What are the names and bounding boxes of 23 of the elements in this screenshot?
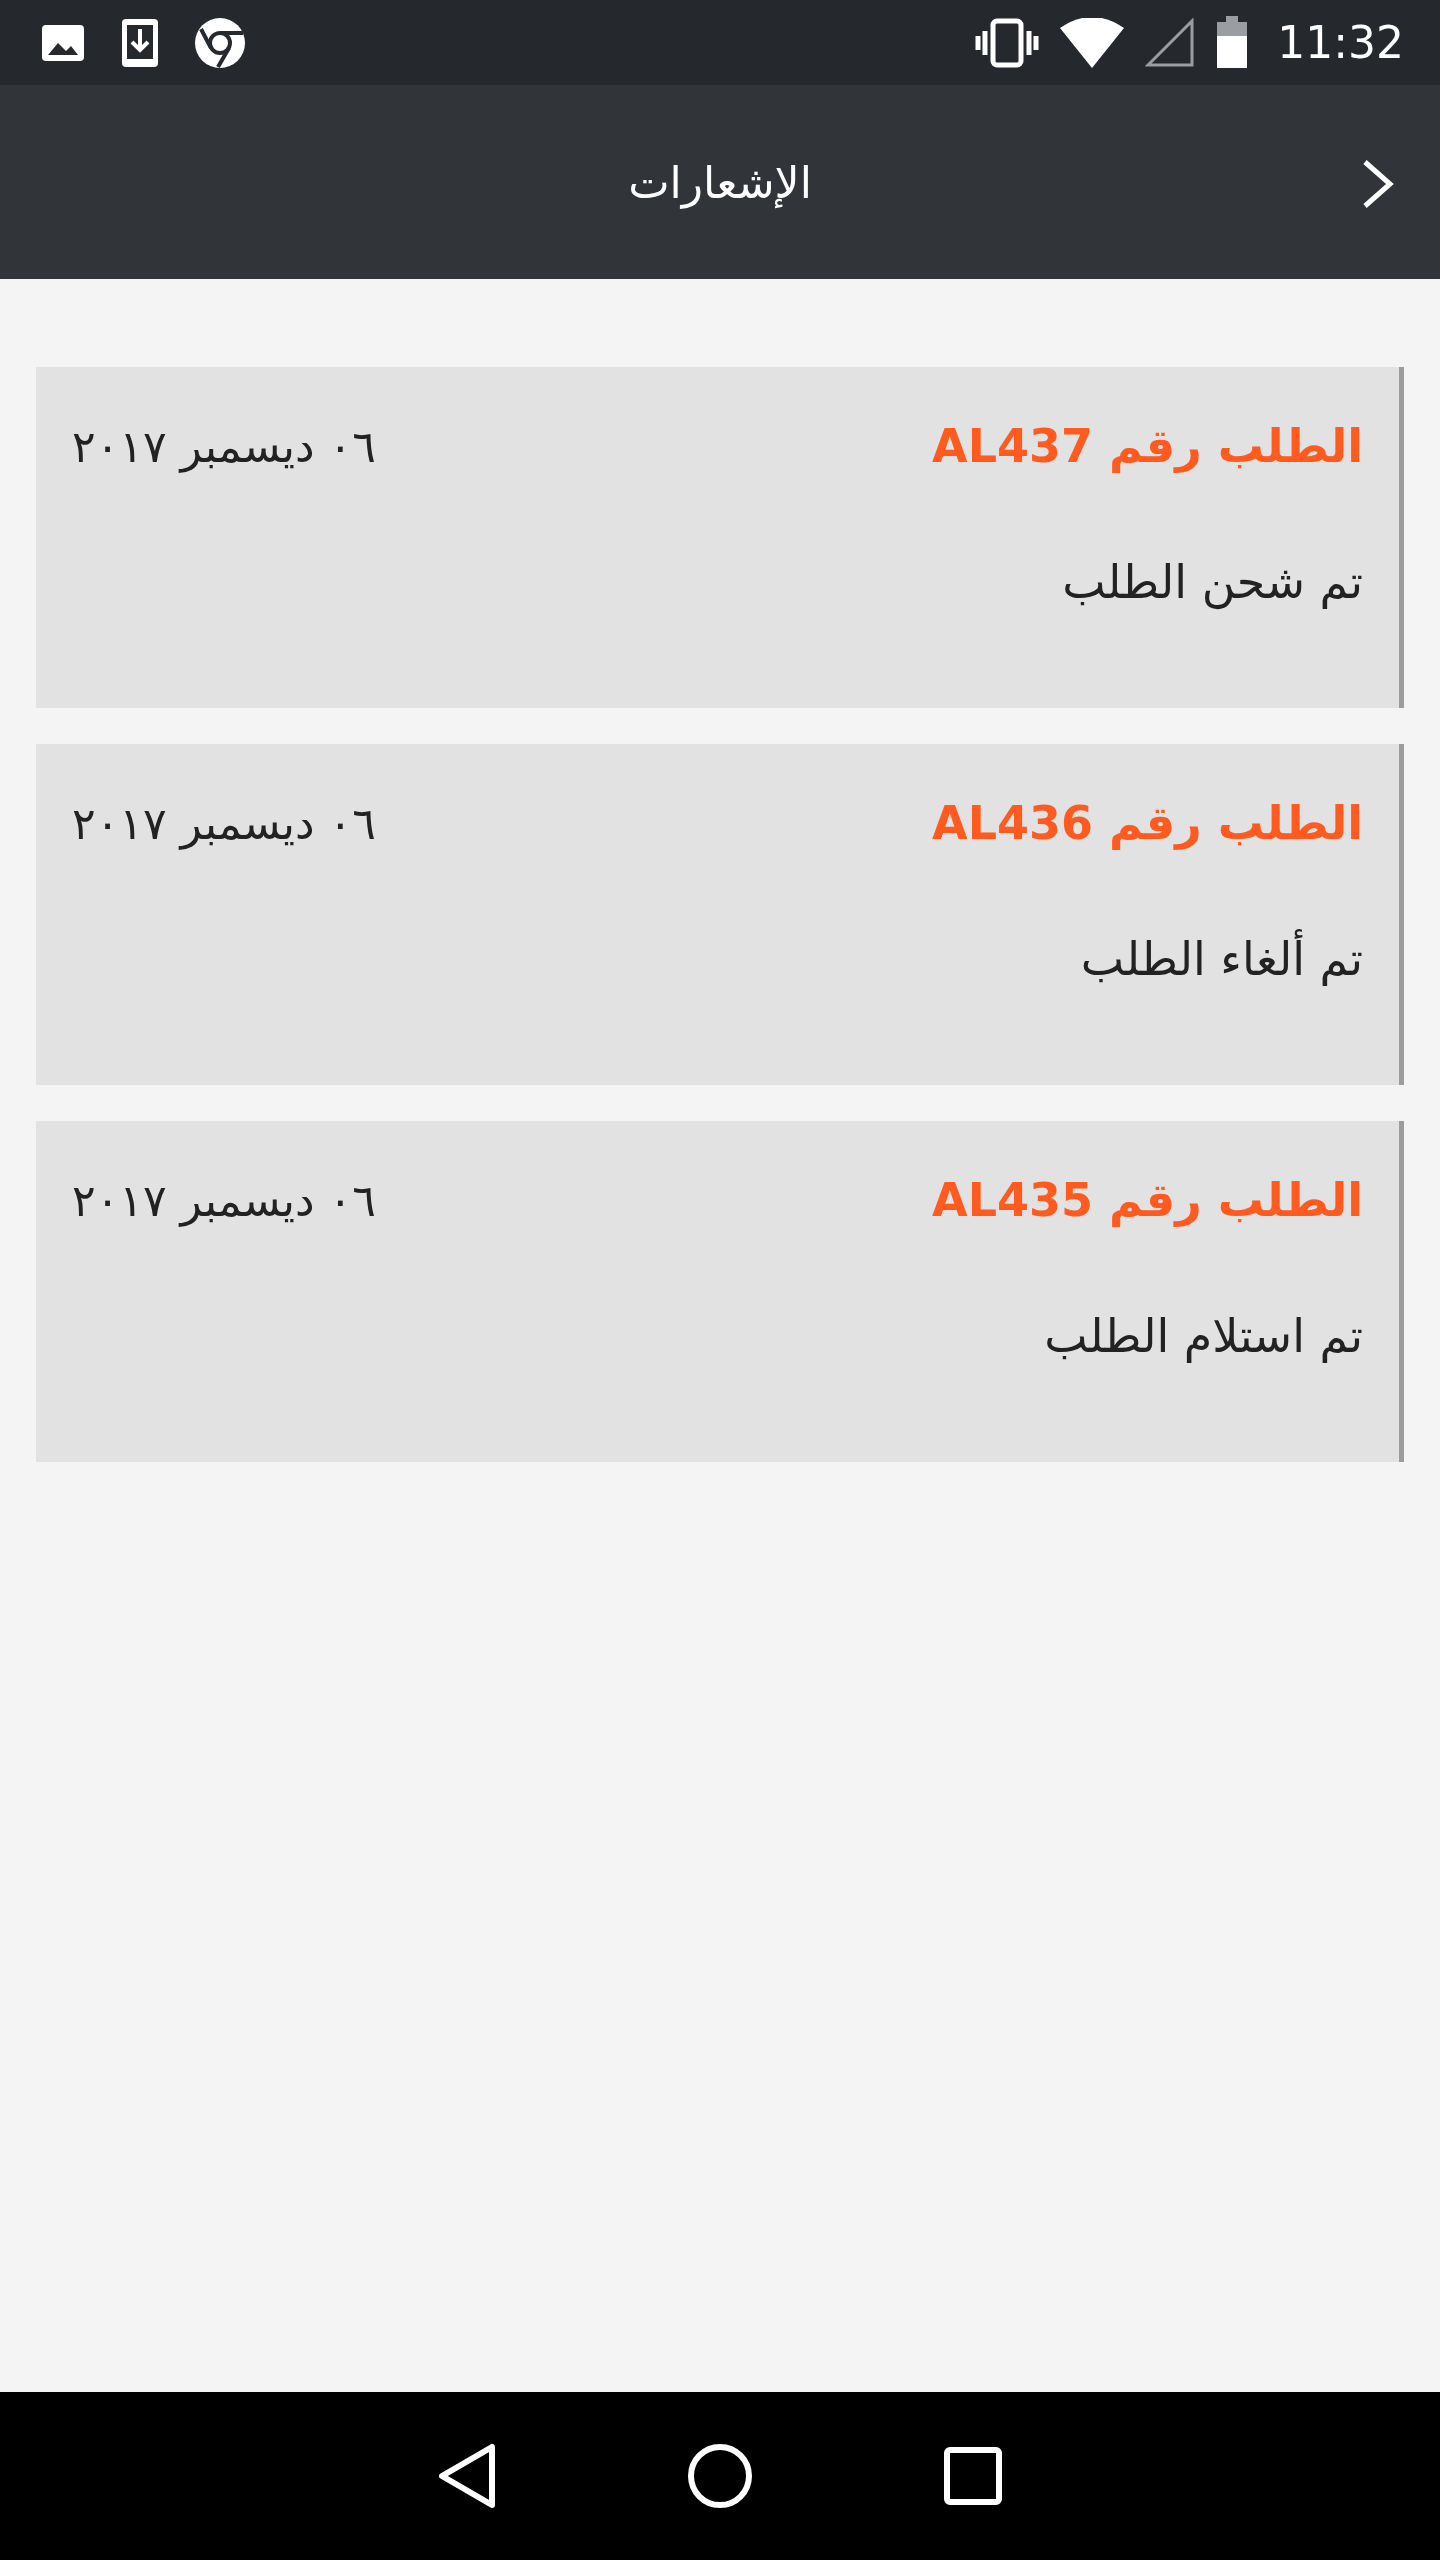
recents-icon[interactable] (943, 2446, 1003, 2506)
image-icon (40, 22, 86, 63)
screen-title: الإشعارات (628, 156, 812, 208)
notification-date: ٠٦ ديسمبر ٢٠١٧ (72, 420, 376, 472)
notification-message: تم شحن الطلب (1062, 555, 1363, 609)
notification-message: تم استلام الطلب (1044, 1309, 1363, 1363)
notification-date: ٠٦ ديسمبر ٢٠١٧ (72, 797, 376, 849)
signal-icon (1145, 17, 1196, 68)
wifi-icon (1059, 17, 1126, 68)
back-icon[interactable] (437, 2443, 497, 2509)
order-number: الطلب رقم AL437 (932, 419, 1363, 473)
clock-time: 11:32 (1277, 17, 1404, 68)
order-number: الطلب رقم AL436 (932, 796, 1363, 850)
battery-icon (1215, 15, 1250, 70)
order-number: الطلب رقم AL435 (932, 1173, 1363, 1227)
home-icon[interactable] (687, 2443, 753, 2509)
notification-card[interactable]: الطلب رقم AL435 ٠٦ ديسمبر ٢٠١٧ تم استلام الطلب (36, 1121, 1404, 1462)
notification-card[interactable]: الطلب رقم AL436 ٠٦ ديسمبر ٢٠١٧ تم ألغاء الطلب (36, 744, 1404, 1085)
browser-icon (194, 16, 246, 69)
download-icon (120, 16, 160, 69)
notification-date: ٠٦ ديسمبر ٢٠١٧ (72, 1174, 376, 1226)
vibrate-icon (975, 16, 1040, 69)
notification-card[interactable]: الطلب رقم AL437 ٠٦ ديسمبر ٢٠١٧ تم شحن الطلب (36, 367, 1404, 708)
